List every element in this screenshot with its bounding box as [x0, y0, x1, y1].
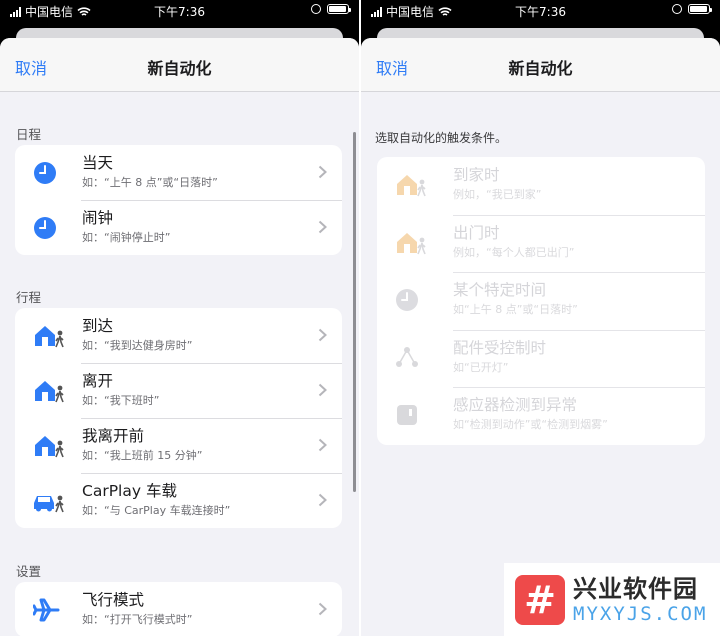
chevron-right-icon — [318, 220, 327, 234]
trigger-arrive-home[interactable]: 到家时例如，“我已到家” — [377, 157, 705, 215]
clock-icon — [34, 217, 56, 239]
trigger-accessory[interactable]: 配件受控制时如“已开灯” — [377, 329, 705, 388]
row-title: 配件受控制时 — [453, 338, 547, 357]
trigger-arrive[interactable]: 到达如：“我到达健身房时” — [15, 308, 342, 363]
watermark: # 兴业软件园 MYXYJS.COM — [504, 563, 720, 636]
status-bar: 中国电信 下午7:36 — [361, 0, 720, 22]
right-phone-screen: 中国电信 下午7:36 取消 新自动化 选取自动化的触发条件。 到家时例如，“我… — [361, 0, 720, 636]
row-title: CarPlay 车载 — [82, 482, 177, 500]
chevron-right-icon — [318, 438, 327, 452]
sensor-icon — [397, 405, 417, 425]
left-phone-screen: 中国电信 下午7:36 取消 新自动化 日程 当天如：“上午 8 点”或“日落时… — [0, 0, 359, 636]
screenshot-stage: 中国电信 下午7:36 取消 新自动化 日程 当天如：“上午 8 点”或“日落时… — [0, 0, 720, 636]
section-label-settings: 设置 — [16, 564, 42, 579]
row-subtitle: 如：“闹钟停止时” — [82, 231, 171, 244]
chevron-right-icon — [318, 602, 327, 616]
status-bar: 中国电信 下午7:36 — [0, 0, 359, 22]
nav-bar: 取消 新自动化 — [361, 38, 720, 92]
chevron-right-icon — [318, 328, 327, 342]
chevron-right-icon — [318, 165, 327, 179]
battery-icon — [327, 4, 351, 14]
home-trigger-group: 到家时例如，“我已到家” 出门时例如，“每个人都已出门” 某个特定时间如“上午 … — [377, 157, 705, 445]
trigger-leave-home[interactable]: 出门时例如，“每个人都已出门” — [377, 214, 705, 273]
row-title: 飞行模式 — [82, 591, 145, 609]
watermark-site: MYXYJS.COM — [573, 602, 708, 625]
row-subtitle: 如“上午 8 点”或“日落时” — [453, 303, 578, 316]
row-title: 到家时 — [453, 166, 500, 184]
status-right — [672, 4, 712, 14]
clock-icon — [34, 162, 56, 184]
settings-group: 飞行模式如：“打开飞行模式时” — [15, 582, 342, 636]
new-automation-sheet: 取消 新自动化 选取自动化的触发条件。 到家时 例如，“我已到家” 出门时 例如，“… — [361, 38, 720, 636]
row-subtitle: 如：“我上班前 15 分钟” — [82, 449, 203, 462]
home-person-icon — [35, 436, 64, 458]
row-subtitle: 如“检测到动作”或“检测到烟雾” — [453, 418, 608, 431]
new-automation-sheet: 取消 新自动化 日程 当天如：“上午 8 点”或“日落时” 闹钟如：“闹钟停止时… — [0, 38, 359, 636]
home-person-icon — [397, 232, 426, 254]
row-title: 闹钟 — [82, 209, 114, 227]
trigger-alarm[interactable]: 闹钟如：“闹钟停止时” — [15, 200, 342, 255]
row-subtitle: 如“已开灯” — [453, 360, 509, 374]
trigger-leave[interactable]: 离开如：“我下班时” — [15, 363, 342, 418]
row-title: 到达 — [82, 317, 114, 335]
trigger-airplane-mode[interactable]: 飞行模式如：“打开飞行模式时” — [15, 582, 342, 636]
home-person-icon — [35, 326, 64, 348]
scrollbar-thumb[interactable] — [353, 132, 356, 492]
row-title: 当天 — [82, 154, 114, 172]
orientation-lock-icon — [672, 4, 682, 14]
status-right — [311, 4, 351, 14]
trigger-sensor[interactable]: 感应器检测到异常如“检测到动作”或“检测到烟雾” — [377, 387, 705, 445]
car-person-icon — [34, 495, 64, 513]
row-subtitle: 例如，“我已到家” — [453, 188, 542, 201]
clock-time: 下午7:36 — [154, 5, 205, 19]
trigger-specific-time[interactable]: 某个特定时间如“上午 8 点”或“日落时” — [377, 272, 705, 330]
page-title: 新自动化 — [508, 59, 573, 78]
watermark-logo: # — [515, 574, 565, 625]
chevron-right-icon — [318, 383, 327, 397]
orientation-lock-icon — [311, 4, 321, 14]
row-subtitle: 如：“我下班时” — [82, 394, 160, 407]
row-subtitle: 如：“上午 8 点”或“日落时” — [82, 176, 218, 189]
row-title: 离开 — [82, 372, 114, 390]
trigger-before-leave[interactable]: 我离开前如：“我上班前 15 分钟” — [15, 418, 342, 473]
nav-bar: 取消 新自动化 — [0, 38, 359, 92]
clock-time: 下午7:36 — [515, 5, 566, 19]
section-label-schedule: 日程 — [16, 127, 42, 142]
home-person-icon — [35, 381, 64, 403]
home-person-icon — [397, 175, 426, 197]
section-label-travel: 行程 — [16, 290, 42, 305]
battery-icon — [688, 4, 712, 14]
row-title: 感应器检测到异常 — [453, 396, 578, 414]
row-subtitle: 例如，“每个人都已出门” — [453, 245, 575, 259]
clock-icon — [396, 289, 418, 311]
row-title: 我离开前 — [82, 427, 145, 445]
travel-group: 到达如：“我到达健身房时” 离开如：“我下班时” 我离开前如：“我上班前 15 … — [15, 308, 342, 528]
row-title: 出门时 — [453, 223, 500, 242]
airplane-icon — [33, 598, 60, 622]
accessory-icon — [396, 346, 418, 367]
page-title: 新自动化 — [147, 59, 212, 78]
row-title: 某个特定时间 — [453, 281, 547, 299]
row-subtitle: 如：“我到达健身房时” — [82, 339, 193, 352]
trigger-carplay[interactable]: CarPlay 车载如：“与 CarPlay 车载连接时” — [15, 473, 342, 528]
trigger-time-of-day[interactable]: 当天如：“上午 8 点”或“日落时” — [15, 145, 342, 200]
trigger-prompt: 选取自动化的触发条件。 — [375, 131, 508, 145]
row-subtitle: 如：“打开飞行模式时” — [82, 613, 193, 626]
schedule-group: 当天如：“上午 8 点”或“日落时” 闹钟如：“闹钟停止时” — [15, 145, 342, 255]
row-subtitle: 如：“与 CarPlay 车载连接时” — [82, 504, 231, 517]
chevron-right-icon — [318, 493, 327, 507]
watermark-name: 兴业软件园 — [573, 574, 698, 603]
